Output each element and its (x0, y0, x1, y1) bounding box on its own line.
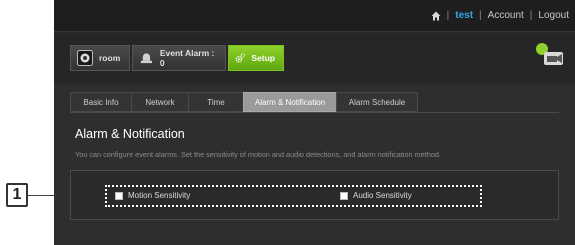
room-camera-icon (77, 50, 93, 66)
audio-sensitivity-checkbox[interactable] (340, 191, 348, 200)
motion-sensitivity-checkbox[interactable] (115, 191, 123, 200)
audio-sensitivity-option[interactable]: Audio Sensitivity (340, 191, 412, 200)
tab-basic-info[interactable]: Basic Info (70, 92, 132, 112)
home-icon[interactable] (431, 11, 441, 21)
event-alarm-button[interactable]: Event Alarm : 0 (132, 45, 226, 71)
top-nav: | test | Account | Logout (431, 10, 569, 21)
setup-button[interactable]: Setup (228, 45, 284, 71)
page-description: You can configure event alarms. Set the … (75, 150, 442, 159)
room-button[interactable]: room (70, 45, 130, 71)
nav-separator: | (446, 10, 450, 21)
tab-time[interactable]: Time (188, 92, 244, 112)
toolbar: room Event Alarm : 0 Setup (54, 33, 575, 83)
top-bar: | test | Account | Logout (54, 0, 575, 32)
motion-sensitivity-label: Motion Sensitivity (128, 191, 191, 200)
event-alarm-icon (140, 53, 152, 64)
nav-separator: | (529, 10, 533, 21)
motion-sensitivity-option[interactable]: Motion Sensitivity (115, 191, 190, 200)
logout-link[interactable]: Logout (538, 10, 569, 21)
page-title: Alarm & Notification (75, 127, 185, 141)
audio-sensitivity-label: Audio Sensitivity (353, 191, 412, 200)
settings-panel: Basic Info Network Time Alarm & Notifica… (54, 84, 575, 245)
camera-user-icon[interactable] (535, 42, 565, 68)
tab-network[interactable]: Network (131, 92, 189, 112)
tabs-divider (70, 112, 559, 113)
user-link[interactable]: test (455, 10, 473, 21)
setup-label: Setup (251, 53, 275, 63)
tab-alarm-schedule[interactable]: Alarm Schedule (336, 92, 418, 112)
callout-number: 1 (6, 183, 28, 207)
tab-bar: Basic Info Network Time Alarm & Notifica… (70, 92, 418, 112)
setup-gear-icon (235, 53, 245, 63)
account-link[interactable]: Account (488, 10, 524, 21)
tab-alarm-notification[interactable]: Alarm & Notification (243, 92, 337, 112)
nav-separator: | (479, 10, 482, 21)
app-window: | test | Account | Logout room Event Ala… (54, 0, 575, 245)
room-label: room (99, 53, 121, 63)
event-alarm-label: Event Alarm : 0 (159, 48, 215, 68)
